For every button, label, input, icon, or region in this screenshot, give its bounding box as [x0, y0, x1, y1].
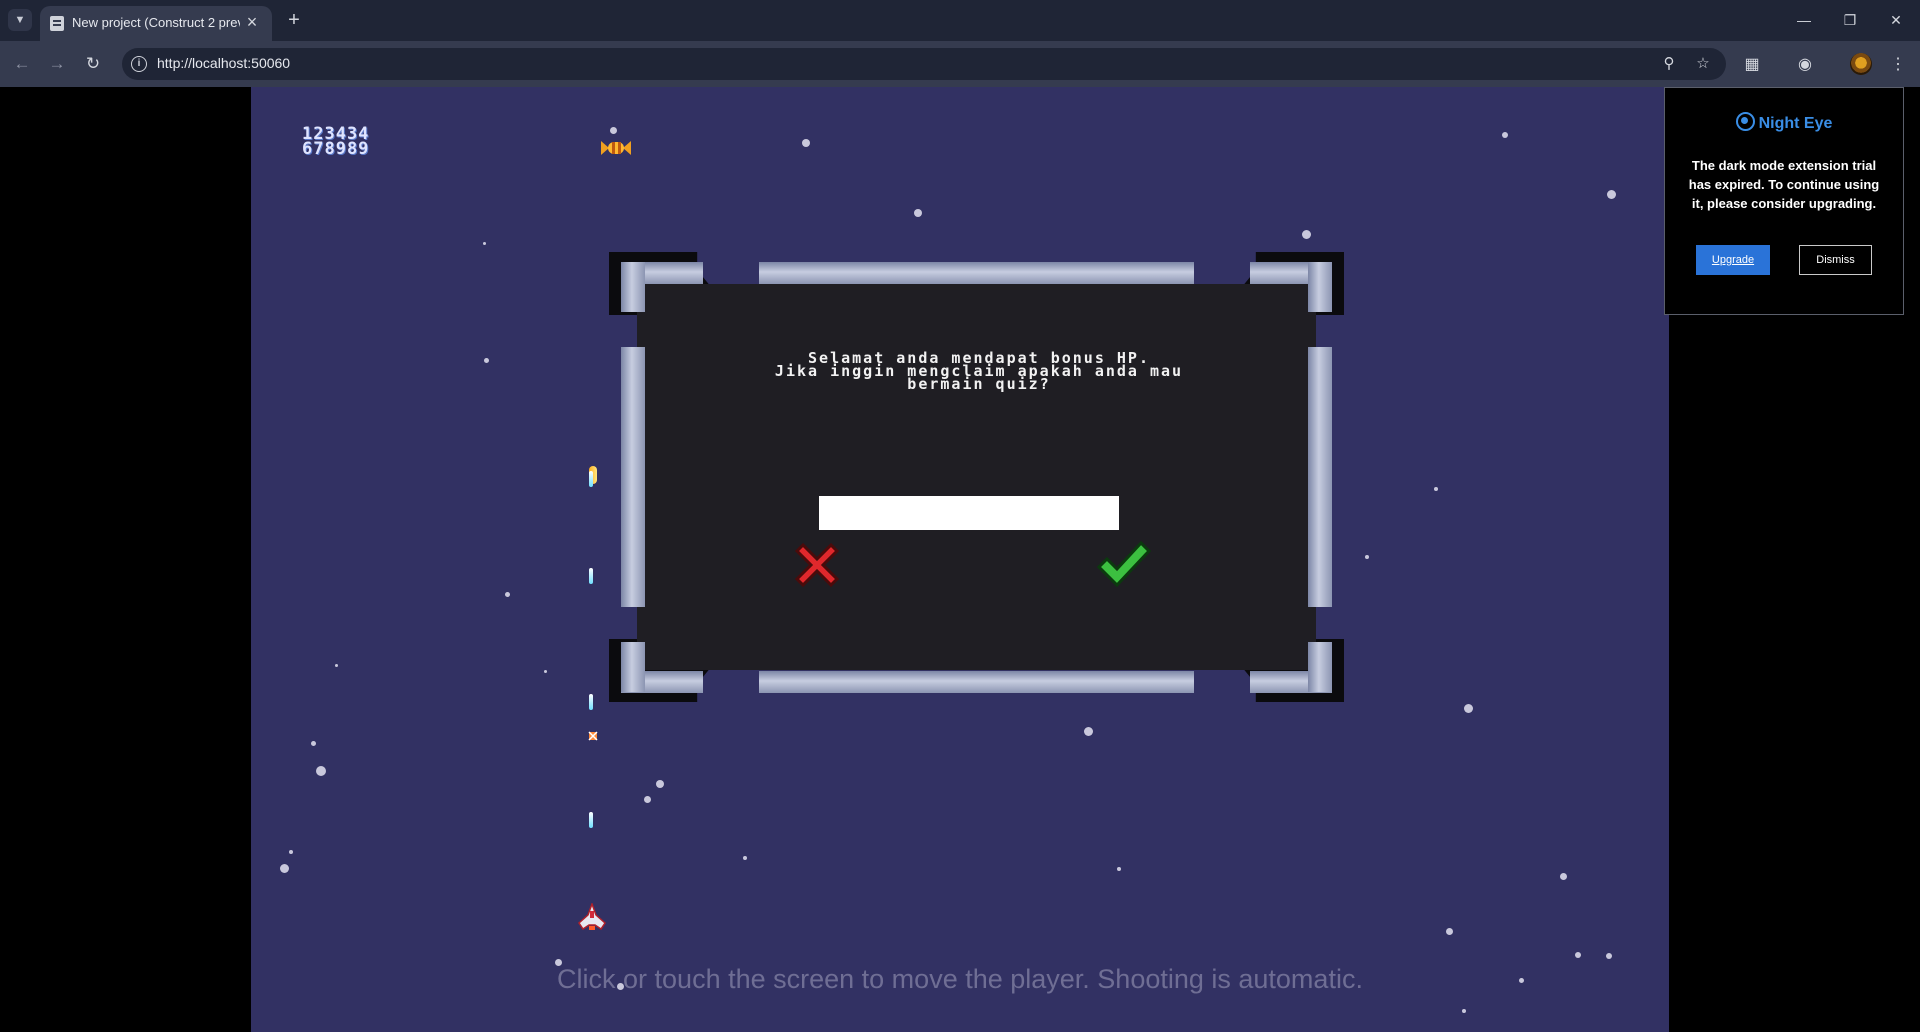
- background-star: [1365, 555, 1369, 559]
- reload-icon[interactable]: ↻: [80, 51, 106, 77]
- instruction-hint: Click or touch the screen to move the pl…: [557, 964, 1363, 994]
- background-star: [1462, 1009, 1466, 1013]
- dialog-frame-left: [621, 347, 645, 607]
- forward-arrow-icon[interactable]: →: [44, 51, 70, 77]
- background-star: [1606, 953, 1612, 959]
- browser-menu-kebab-icon[interactable]: ⋮: [1886, 53, 1910, 77]
- dialog-corner: [621, 642, 645, 692]
- background-star: [1446, 928, 1453, 935]
- screenshot-capture-icon[interactable]: ◉: [1793, 53, 1817, 77]
- cancel-x-button[interactable]: [789, 537, 845, 593]
- background-star: [311, 741, 316, 746]
- player-bullet: [589, 812, 593, 828]
- dialog-frame-bottom: [759, 671, 1194, 693]
- site-info-icon[interactable]: i: [131, 56, 147, 72]
- upgrade-button[interactable]: Upgrade: [1696, 245, 1770, 275]
- background-star: [802, 139, 810, 147]
- browser-tab[interactable]: New project (Construct 2 preview) ×: [40, 6, 272, 41]
- dialog-corner: [1308, 642, 1332, 692]
- game-canvas[interactable]: 123434 678989 Selamat anda mendapat bonu…: [251, 87, 1669, 1032]
- url-text[interactable]: http://localhost:50060: [157, 55, 290, 71]
- background-star: [610, 127, 617, 134]
- quiz-dialog: Selamat anda mendapat bonus HP. Jika ing…: [609, 252, 1344, 702]
- background-star: [1302, 230, 1311, 239]
- background-star: [644, 796, 651, 803]
- close-window-icon[interactable]: ✕: [1878, 8, 1914, 32]
- background-star: [505, 592, 510, 597]
- night-eye-message-bold: expired: [1714, 177, 1762, 192]
- night-eye-popup: Night Eye The dark mode extension trial …: [1664, 87, 1904, 315]
- background-star: [316, 766, 326, 776]
- background-star: [1502, 132, 1508, 138]
- player-bullet: [589, 568, 593, 584]
- page-favicon-icon: [50, 16, 64, 31]
- night-eye-logo-icon: [1735, 112, 1755, 131]
- background-star: [656, 780, 664, 788]
- profile-avatar[interactable]: [1850, 53, 1872, 75]
- confirm-check-button[interactable]: [1095, 537, 1153, 593]
- address-bar[interactable]: i http://localhost:50060 ⚲ ☆: [122, 48, 1726, 80]
- night-eye-title: Night Eye: [1758, 115, 1833, 132]
- enemy-bullet: [588, 731, 598, 741]
- new-tab-plus-icon[interactable]: +: [282, 8, 306, 32]
- tab-title: New project (Construct 2 preview): [72, 15, 240, 30]
- dialog-corner: [621, 262, 645, 312]
- background-star: [1575, 952, 1581, 958]
- night-eye-message: The dark mode extension trial has expire…: [1685, 156, 1883, 213]
- background-star: [1084, 727, 1093, 736]
- background-star: [1607, 190, 1616, 199]
- candy-pickup-icon: [601, 141, 631, 155]
- background-star: [1434, 487, 1438, 491]
- dialog-frame-top: [759, 262, 1194, 284]
- score-display: 123434 678989: [302, 126, 370, 159]
- score-line-2: 678989: [302, 139, 370, 159]
- background-star: [1464, 704, 1473, 713]
- dialog-message: Selamat anda mendapat bonus HP. Jika ing…: [684, 351, 1274, 393]
- dialog-message-line-3: bermain quiz?: [907, 375, 1051, 393]
- close-tab-icon[interactable]: ×: [242, 12, 262, 32]
- background-star: [544, 670, 547, 673]
- player-ship[interactable]: [577, 903, 607, 933]
- player-bullet: [589, 694, 593, 710]
- player-bullet: [589, 471, 593, 487]
- night-eye-header: Night Eye: [1665, 112, 1903, 133]
- browser-tab-bar: ▼ New project (Construct 2 preview) × + …: [0, 0, 1920, 41]
- background-star: [1560, 873, 1567, 880]
- dialog-frame-right: [1308, 347, 1332, 607]
- extensions-puzzle-icon[interactable]: ▦: [1740, 53, 1764, 77]
- bookmark-star-icon[interactable]: ☆: [1692, 53, 1714, 75]
- background-star: [280, 864, 289, 873]
- background-star: [743, 856, 747, 860]
- back-arrow-icon[interactable]: ←: [9, 51, 35, 77]
- restore-window-icon[interactable]: ❐: [1832, 8, 1868, 32]
- browser-toolbar: ← → ↻ i http://localhost:50060 ⚲ ☆ ▦ ◉ ⋮: [0, 41, 1920, 87]
- minimize-window-icon[interactable]: —: [1786, 8, 1822, 32]
- answer-input[interactable]: [819, 496, 1119, 530]
- background-star: [335, 664, 338, 667]
- background-star: [483, 242, 486, 245]
- background-star: [289, 850, 293, 854]
- background-star: [914, 209, 922, 217]
- dismiss-button[interactable]: Dismiss: [1799, 245, 1872, 275]
- dialog-corner: [1308, 262, 1332, 312]
- background-star: [1117, 867, 1121, 871]
- zoom-magnifier-icon[interactable]: ⚲: [1658, 53, 1680, 75]
- dialog-panel: [637, 284, 1316, 670]
- background-star: [484, 358, 489, 363]
- tab-list-chevron-icon[interactable]: ▼: [8, 9, 32, 31]
